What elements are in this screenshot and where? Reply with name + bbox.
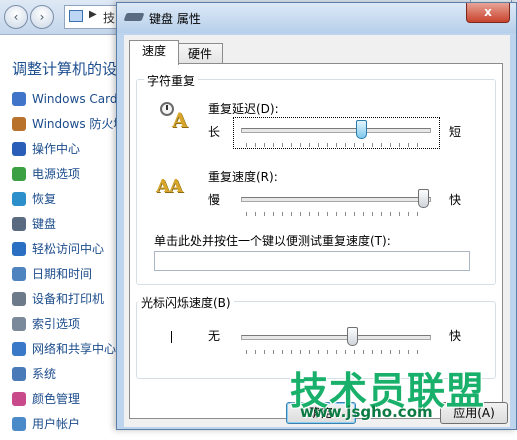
control-panel-item[interactable]: 用户帐户 [12,415,120,440]
control-panel-item[interactable]: 索引选项 [12,315,120,340]
cursor-blink-track [241,335,431,340]
repeat-rate-label: 重复速度(R): [208,170,278,184]
back-button[interactable]: ‹ [4,5,28,29]
control-panel-item-label: 设备和打印机 [32,292,105,306]
control-panel-item-label: Windows 防火墙 [32,117,126,131]
control-panel-item[interactable]: 颜色管理 [12,390,120,415]
char-repeat-group-label: 字符重复 [144,72,199,89]
watermark-url: www.jsgho.com [300,403,433,421]
tab-hardware[interactable]: 硬件 [177,43,223,64]
repeat-delay-icon: A [158,102,192,132]
cursor-blink-ticks [246,350,426,354]
computer-icon [69,10,83,22]
control-panel-heading: 调整计算机的设 [12,60,118,78]
close-button[interactable]: x [466,3,510,23]
forward-button[interactable]: › [30,5,54,29]
keyboard-icon [12,217,26,231]
cardspace-icon [12,92,26,106]
control-panel-item-label: 轻松访问中心 [32,242,105,256]
keyboard-icon [123,13,145,21]
control-panel-item-label: 日期和时间 [32,267,93,281]
dialog-title: 键盘 属性 [149,12,201,26]
repeat-test-label: 单击此处并按住一个键以便测试重复速度(T): [154,234,391,248]
control-panel-item-label: Windows Card [32,92,118,106]
printer-icon [12,292,26,306]
firewall-icon [12,117,26,131]
control-panel-item-label: 用户帐户 [32,417,81,431]
repeat-rate-ticks [246,212,426,216]
cursor-blink-min-label: 无 [208,329,221,343]
control-panel-item[interactable]: 电源选项 [12,165,120,190]
breadcrumb-arrow-icon: ▶ [89,9,97,20]
control-panel-item-label: 系统 [32,367,57,381]
repeat-delay-min-label: 长 [208,125,221,139]
cursor-blink-slider[interactable] [347,327,359,346]
repeat-delay-slider[interactable] [356,120,368,139]
users-icon [12,417,26,431]
control-panel-item-label: 键盘 [32,217,57,231]
computer-icon [12,367,26,381]
control-panel-item[interactable]: 日期和时间 [12,265,120,290]
control-panel-item[interactable]: 系统 [12,365,120,390]
control-panel-item-label: 电源选项 [32,167,81,181]
control-panel-item[interactable]: 键盘 [12,215,120,240]
control-panel-item-label: 操作中心 [32,142,81,156]
color-management-icon [12,392,26,406]
ease-of-access-icon [12,242,26,256]
repeat-rate-slider[interactable] [418,189,429,208]
control-panel-item-label: 颜色管理 [32,392,81,406]
control-panel-item[interactable]: 恢复 [12,190,120,215]
control-panel-item[interactable]: 设备和打印机 [12,290,120,315]
repeat-delay-ticks [246,143,426,147]
dialog-titlebar[interactable]: 键盘 属性 x [117,3,516,33]
flag-icon [12,142,26,156]
repeat-test-input[interactable] [154,251,470,271]
repeat-delay-track [241,128,431,133]
control-panel-item[interactable]: 轻松访问中心 [12,240,120,265]
control-panel-item[interactable]: Windows 防火墙 [12,115,125,140]
repeat-rate-icon: A A [156,176,183,197]
repeat-rate-min-label: 慢 [208,193,221,207]
network-icon [12,342,26,356]
repeat-rate-max-label: 快 [449,193,462,207]
control-panel-item-label: 恢复 [32,192,57,206]
control-panel-item[interactable]: 网络和共享中心 [12,340,120,365]
cursor-icon [171,331,172,343]
control-panel-item[interactable]: 操作中心 [12,140,120,165]
calendar-icon [12,267,26,281]
index-icon [12,317,26,331]
tab-speed[interactable]: 速度 [129,40,179,65]
cursor-blink-max-label: 快 [449,329,462,343]
repeat-rate-track [241,197,431,202]
recovery-icon [12,192,26,206]
cursor-blink-group-label: 光标闪烁速度(B) [138,294,234,311]
control-panel-item-label: 索引选项 [32,317,81,331]
repeat-delay-label: 重复延迟(D): [208,102,279,116]
control-panel-list: Windows Card Windows 防火墙 操作中心电源选项恢复键盘轻松访问中… [12,90,125,440]
power-icon [12,167,26,181]
address-text: 技 [103,11,116,25]
control-panel-item[interactable]: Windows Card [12,90,120,115]
repeat-delay-max-label: 短 [449,125,462,139]
control-panel-item-label: 网络和共享中心 [32,342,117,356]
